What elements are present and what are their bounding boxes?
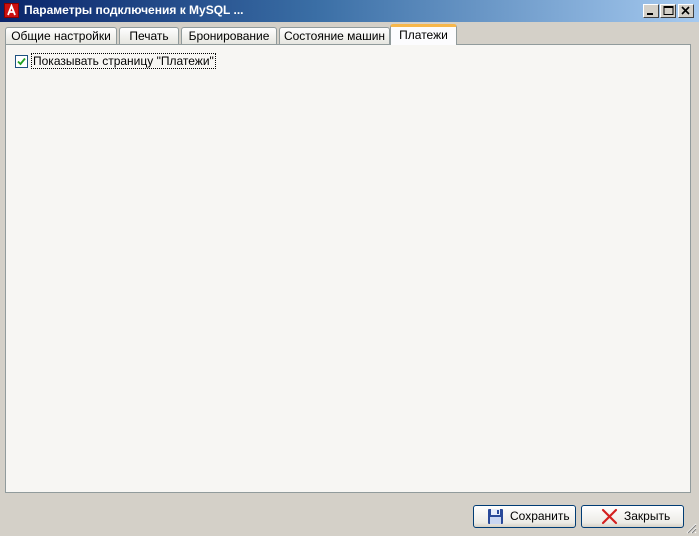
minimize-icon <box>647 13 653 15</box>
save-button[interactable]: Сохранить <box>473 505 576 528</box>
red-x-icon <box>601 508 618 525</box>
close-icon <box>681 6 690 15</box>
resize-grip-icon[interactable] <box>685 522 697 534</box>
tab-panel-payments: Показывать страницу "Платежи" <box>5 44 691 493</box>
tab-general-settings[interactable]: Общие настройки <box>5 27 117 44</box>
close-button[interactable]: Закрыть <box>581 505 684 528</box>
tab-printing[interactable]: Печать <box>119 27 179 44</box>
show-payments-page-checkbox[interactable] <box>15 55 28 68</box>
tab-vehicle-status[interactable]: Состояние машин <box>279 27 390 44</box>
title-bar[interactable]: Параметры подключения к MySQL ... <box>0 0 699 22</box>
app-logo-icon[interactable] <box>4 3 19 18</box>
tab-strip: Общие настройки Печать Бронирование Сост… <box>5 24 695 45</box>
dialog-window: Параметры подключения к MySQL ... Общие … <box>0 0 699 536</box>
save-button-label: Сохранить <box>510 509 570 523</box>
tab-payments[interactable]: Платежи <box>390 24 457 45</box>
minimize-button[interactable] <box>643 4 659 18</box>
checkmark-icon <box>17 57 26 66</box>
floppy-disk-icon <box>488 509 503 524</box>
maximize-button[interactable] <box>660 4 676 18</box>
show-payments-page-label[interactable]: Показывать страницу "Платежи" <box>31 53 216 69</box>
close-window-button[interactable] <box>678 4 694 18</box>
maximize-icon <box>663 6 674 15</box>
window-title: Параметры подключения к MySQL ... <box>24 3 244 17</box>
close-button-label: Закрыть <box>624 509 671 523</box>
tab-booking[interactable]: Бронирование <box>181 27 277 44</box>
